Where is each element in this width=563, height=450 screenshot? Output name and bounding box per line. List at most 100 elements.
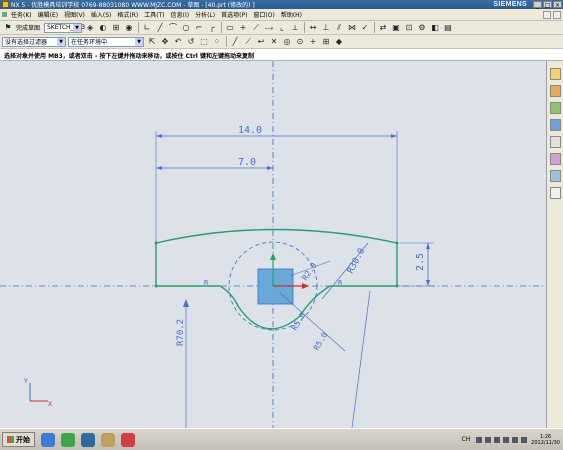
alternate-solution-icon[interactable]: ▣ (390, 22, 402, 34)
arc-icon[interactable]: ⌒ (167, 22, 179, 34)
orient-view-icon[interactable]: ◈ (84, 22, 96, 34)
quicklaunch-bird-icon[interactable] (41, 432, 55, 447)
quicklaunch-nx-icon[interactable] (121, 432, 135, 447)
profile-top-arc[interactable] (155, 228, 398, 244)
minimize-button[interactable]: _ (533, 1, 542, 9)
menu-edit[interactable]: 编辑(E) (35, 10, 61, 19)
maximize-button[interactable]: □ (543, 1, 552, 9)
system-materials-icon[interactable] (549, 153, 561, 165)
extend-icon[interactable]: ⤏ (263, 22, 275, 34)
menu-task[interactable]: 任务(K) (8, 10, 35, 19)
select-arrow-icon[interactable]: ⇱ (146, 36, 158, 48)
view-3d-icon[interactable]: ◆ (333, 36, 345, 48)
svg-text:X: X (48, 401, 52, 408)
doc-close-button[interactable] (553, 10, 561, 19)
select-move-icon[interactable]: ↶ (172, 36, 184, 48)
profile-icon[interactable]: ∟ (141, 22, 153, 34)
select-pick-icon[interactable]: ✥ (159, 36, 171, 48)
display-icon[interactable]: ◧ (429, 22, 441, 34)
constraint-navigator-icon[interactable] (549, 85, 561, 97)
history-icon[interactable] (549, 136, 561, 148)
sketch-name-combo[interactable]: SKETCH_003 ▼ (44, 22, 85, 33)
derived-line-icon[interactable]: ⌐ (193, 22, 205, 34)
language-indicator[interactable]: CH (461, 436, 470, 443)
assembly-navigator-icon[interactable] (549, 68, 561, 80)
menu-format[interactable]: 格式(R) (114, 10, 141, 19)
siemens-logo: SIEMENS (493, 1, 527, 8)
sketch-view[interactable]: 14.0 7.0 2.5 R30.0 R70.2 R2.0 R5.0 R5.0 … (0, 61, 546, 428)
selection-toolbar: 没有选择过滤器 ▼ 在任务环境中 ▼ ⇱ ✥ ↶ ↺ ⬚ ⁘ ╱ ⟋ ↩ ✕ ◎ ⊙… (0, 35, 563, 49)
menu-analysis[interactable]: 分析(L) (192, 10, 218, 19)
reuse-library-icon[interactable] (549, 119, 561, 131)
selection-filter-combo[interactable]: 没有选择过滤器 ▼ (2, 36, 66, 47)
reattach-icon[interactable]: ◐ (97, 22, 109, 34)
part-navigator-icon[interactable] (549, 102, 561, 114)
delay-eval-icon[interactable]: ◉ (123, 22, 135, 34)
dim-r30-text[interactable]: R30.0 (346, 247, 368, 276)
settings-icon[interactable]: ⚙ (416, 22, 428, 34)
roles-icon[interactable] (549, 187, 561, 199)
finish-sketch-label[interactable]: 完成草图 (16, 23, 40, 32)
more-icon[interactable]: ▤ (442, 22, 454, 34)
snap-plus-icon[interactable]: ⊞ (320, 36, 332, 48)
menu-tools[interactable]: 工具(T) (141, 10, 167, 19)
title-bar: NX 5 - 优胜模具培训学校 0769-88031080 WWW.MJZC.C… (0, 0, 563, 9)
dim-circle-text[interactable]: R5.0 (290, 311, 308, 332)
tray-volume-icon[interactable] (485, 436, 492, 443)
constraint-icon[interactable]: ⊥ (320, 22, 332, 34)
snap-on-icon[interactable]: + (307, 36, 319, 48)
tray-network-icon[interactable] (476, 436, 483, 443)
update-model-icon[interactable]: ⊞ (110, 22, 122, 34)
menu-help[interactable]: 帮助(H) (278, 10, 305, 19)
mirror-icon[interactable]: ⟂ (289, 22, 301, 34)
snap-point-icon[interactable]: ⁘ (211, 36, 223, 48)
quicklaunch-refresh-icon[interactable] (61, 432, 75, 447)
tray-input-icon[interactable] (512, 436, 519, 443)
close-button[interactable]: × (553, 1, 562, 9)
show-constraints-icon[interactable]: ⋈ (346, 22, 358, 34)
quicklaunch-folder-icon[interactable] (101, 432, 115, 447)
clock[interactable]: 1:26 2012/11/30 (531, 434, 560, 446)
auto-constrain-icon[interactable]: ⫽ (333, 22, 345, 34)
dim-half-width-text[interactable]: 7.0 (238, 157, 256, 168)
finish-sketch-flag-icon[interactable]: ⚑ (2, 22, 14, 34)
infer-constraints-icon[interactable]: ⊡ (403, 22, 415, 34)
circle-icon[interactable]: ○ (180, 22, 192, 34)
animate-dim-icon[interactable]: ✓ (359, 22, 371, 34)
trim-icon[interactable]: ⟋ (250, 22, 262, 34)
fillet-icon[interactable]: ╭ (206, 22, 218, 34)
graphics-window[interactable]: 14.0 7.0 2.5 R30.0 R70.2 R2.0 R5.0 R5.0 … (0, 61, 546, 428)
dim-r70-text[interactable]: R70.2 (176, 319, 186, 346)
rectangle-icon[interactable]: ▭ (224, 22, 236, 34)
menu-window[interactable]: 窗口(O) (250, 10, 277, 19)
snap-end-icon[interactable]: ╱ (229, 36, 241, 48)
dim-fillet-text[interactable]: R5.0 (312, 331, 330, 352)
tray-update-icon[interactable] (503, 436, 510, 443)
corner-icon[interactable]: ⌞ (276, 22, 288, 34)
select-box-icon[interactable]: ⬚ (198, 36, 210, 48)
doc-minimize-button[interactable] (543, 10, 551, 19)
snap-quadrant-icon[interactable]: ⊙ (294, 36, 306, 48)
snap-control-icon[interactable]: ↩ (255, 36, 267, 48)
line-icon[interactable]: ╱ (154, 22, 166, 34)
undo-icon[interactable]: ↺ (185, 36, 197, 48)
dimension-icon[interactable]: ↔ (307, 22, 319, 34)
snap-intersect-icon[interactable]: ✕ (268, 36, 280, 48)
dim-r2-text[interactable]: R2.0 (300, 261, 319, 282)
snap-mid-icon[interactable]: ⟋ (242, 36, 254, 48)
tray-display-icon[interactable] (521, 436, 528, 443)
selection-scope-combo[interactable]: 在任务环境中 ▼ (68, 36, 144, 47)
convert-ref-icon[interactable]: ⇄ (377, 22, 389, 34)
menu-preferences[interactable]: 首选项(P) (218, 10, 250, 19)
menu-insert[interactable]: 插入(S) (88, 10, 115, 19)
menu-view[interactable]: 视图(V) (61, 10, 88, 19)
menu-info[interactable]: 信息(I) (168, 10, 192, 19)
tray-security-icon[interactable] (494, 436, 501, 443)
dim-width-text[interactable]: 14.0 (238, 125, 262, 136)
point-icon[interactable]: + (237, 22, 249, 34)
quicklaunch-s-icon[interactable] (81, 432, 95, 447)
dim-height-text[interactable]: 2.5 (415, 253, 426, 271)
snap-center-icon[interactable]: ◎ (281, 36, 293, 48)
process-studio-icon[interactable] (549, 170, 561, 182)
start-button[interactable]: 开始 (2, 432, 35, 447)
